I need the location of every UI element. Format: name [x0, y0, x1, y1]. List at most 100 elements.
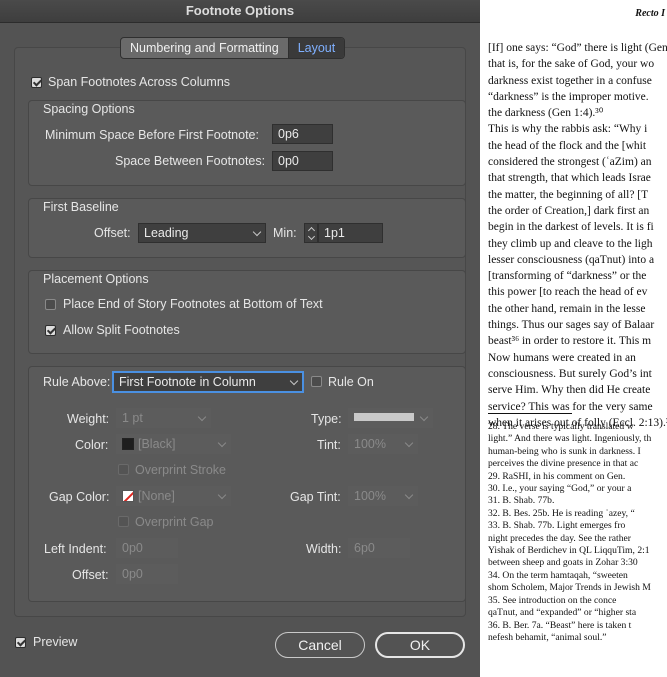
min-space-input[interactable] — [272, 124, 333, 144]
baseline-min-input[interactable] — [318, 223, 383, 243]
dialog-title: Footnote Options — [0, 0, 480, 23]
chevron-down-icon — [404, 438, 414, 448]
document-text-line: that strength, that which leads Israe — [488, 172, 651, 185]
footnote-text-line: 33. B. Shab. 77b. Light emerges fro — [488, 520, 626, 532]
tab-layout[interactable]: Layout — [288, 38, 345, 58]
footnote-text-line: 29. RaSHI, in his comment on Gen. — [488, 470, 626, 482]
chevron-down-icon — [419, 412, 429, 422]
overprint-stroke-label: Overprint Stroke — [135, 463, 227, 477]
document-text-line: lesser consciousness (qaTnut) into a — [488, 253, 655, 266]
footnote-text-line: between sheep and goats in Zohar 3:30 — [488, 557, 638, 569]
rule-options-group — [28, 366, 466, 602]
document-text-line: [transforming of “darkness” or the — [488, 270, 647, 283]
footnote-text-line: light.” And there was light. Ingeniously… — [488, 433, 652, 445]
chevron-down-icon — [217, 438, 227, 448]
footnote-text-line: nefesh behamit, “animal soul.” — [488, 631, 607, 643]
color-select[interactable]: [Black] — [116, 434, 231, 454]
gap-tint-select[interactable]: 100% — [348, 486, 418, 506]
chevron-down-icon — [289, 376, 299, 386]
rule-on-label: Rule On — [328, 375, 374, 389]
document-text-line: “darkness” is the improper motive. — [488, 90, 649, 103]
first-baseline-title: First Baseline — [43, 200, 119, 214]
black-swatch-icon — [122, 438, 134, 450]
document-text-line: Now humans were created in an — [488, 351, 636, 364]
cancel-button[interactable]: Cancel — [275, 632, 365, 658]
preview-label: Preview — [33, 635, 78, 649]
spacing-options-title: Spacing Options — [43, 102, 135, 116]
document-text-line: the other hand, remain in the lesse — [488, 302, 646, 315]
rule-on-checkbox[interactable] — [311, 376, 322, 387]
document-page: Recto I [If] one says: “God” there is li… — [480, 0, 667, 677]
baseline-min-label: Min: — [273, 226, 297, 240]
document-text-line: this power [to reach the head of ev — [488, 286, 648, 299]
rule-offset-input[interactable] — [116, 564, 178, 584]
tint-select[interactable]: 100% — [348, 434, 418, 454]
chevron-down-icon — [404, 490, 414, 500]
footnote-text-line: 32. B. Bes. 25b. He is reading ʿazey, “ — [488, 507, 635, 519]
document-text-line: the darkness (Gen 1:4).³⁰ — [488, 107, 604, 120]
preview-checkbox[interactable] — [15, 637, 26, 648]
span-footnotes-label: Span Footnotes Across Columns — [48, 75, 231, 89]
footnote-text-line: 35. See introduction on the conce — [488, 594, 617, 606]
footnote-text-line: qaTnut, and “expanded” or “higher sta — [488, 607, 637, 619]
tab-numbering-and-formatting[interactable]: Numbering and Formatting — [121, 38, 288, 58]
document-text-line: consciousness. But surely God’s int — [488, 367, 652, 380]
document-text-line: darkness exist together in a confuse — [488, 74, 652, 87]
left-indent-input[interactable] — [116, 538, 178, 558]
chevron-down-icon — [217, 490, 227, 500]
line-type-swatch — [354, 413, 414, 421]
footnote-text-line: 30. I.e., your saying “God,” or your a — [488, 483, 632, 495]
baseline-min-stepper[interactable] — [304, 223, 318, 243]
ok-button[interactable]: OK — [375, 632, 465, 658]
footnote-options-dialog: Footnote Options Numbering and Formattin… — [0, 0, 480, 677]
end-of-story-checkbox[interactable] — [45, 299, 56, 310]
allow-split-label: Allow Split Footnotes — [63, 323, 180, 337]
footnote-text-line: 28. The verse is typically translated w — [488, 421, 634, 432]
document-text-line: begin in the darkest of levels. It is fi — [488, 221, 654, 234]
footnote-rule — [488, 413, 572, 414]
weight-select[interactable]: 1 pt — [116, 408, 211, 428]
footnote-text-line: Yishak of Berdichev in QL LiqquTim, 2:1 — [488, 545, 650, 557]
footnote-text-line: human-being who is sunk in darkness. I — [488, 445, 641, 457]
space-between-label: Space Between Footnotes: — [115, 154, 266, 168]
document-text-line: [If] one says: “God” there is light (Gen — [488, 42, 667, 54]
rule-above-select[interactable]: First Footnote in Column — [113, 372, 303, 392]
chevron-down-icon — [252, 227, 262, 237]
gap-tint-label: Gap Tint: — [290, 490, 341, 504]
document-text-line: the order of Creation,] dark first an — [488, 204, 650, 217]
document-text-line: the head of the flock and the [whit — [488, 139, 647, 152]
type-select[interactable] — [348, 408, 433, 428]
document-body-text: [If] one says: “God” there is light (Gen… — [488, 40, 667, 431]
overprint-gap-checkbox[interactable] — [118, 516, 129, 527]
rule-offset-label: Offset: — [72, 568, 109, 582]
end-of-story-label: Place End of Story Footnotes at Bottom o… — [63, 297, 323, 311]
document-footnotes: 28. The verse is typically translated wl… — [488, 421, 667, 644]
weight-label: Weight: — [67, 412, 110, 426]
none-swatch-icon — [122, 490, 134, 502]
stepper-down-icon — [307, 232, 316, 241]
tab-bar: Numbering and Formatting Layout — [120, 37, 346, 59]
allow-split-checkbox[interactable] — [45, 325, 56, 336]
chevron-down-icon — [197, 412, 207, 422]
footnote-text-line: perceives the divine presence in that ac — [488, 458, 639, 470]
rule-above-label: Rule Above: — [43, 375, 111, 389]
document-text-line: serve Him. Why then did He create — [488, 384, 651, 397]
footnote-text-line: 34. On the term hamtaqah, “sweeten — [488, 569, 628, 581]
tint-label: Tint: — [317, 438, 341, 452]
width-label: Width: — [306, 542, 342, 556]
baseline-offset-select[interactable]: Leading — [138, 223, 266, 243]
width-input[interactable] — [348, 538, 410, 558]
span-footnotes-checkbox[interactable] — [31, 77, 42, 88]
footnote-text-line: night precedes the day. See the rather — [488, 532, 631, 544]
overprint-stroke-checkbox[interactable] — [118, 464, 129, 475]
space-between-input[interactable] — [272, 151, 333, 171]
overprint-gap-label: Overprint Gap — [135, 515, 214, 529]
document-text-line: considered the strongest (ʿaZim) an — [488, 156, 652, 169]
footnote-text-line: shom Scholem, Major Trends in Jewish M — [488, 582, 651, 594]
document-text-line: they climb up and cleave to the ligh — [488, 237, 653, 250]
color-label: Color: — [75, 438, 109, 452]
running-head: Recto I — [635, 8, 665, 19]
gap-color-select[interactable]: [None] — [116, 486, 231, 506]
document-text-line: This is why the rabbis ask: “Why i — [488, 123, 648, 136]
footnote-text-line: 36. B. Ber. 7a. “Beast” here is taken t — [488, 619, 632, 631]
